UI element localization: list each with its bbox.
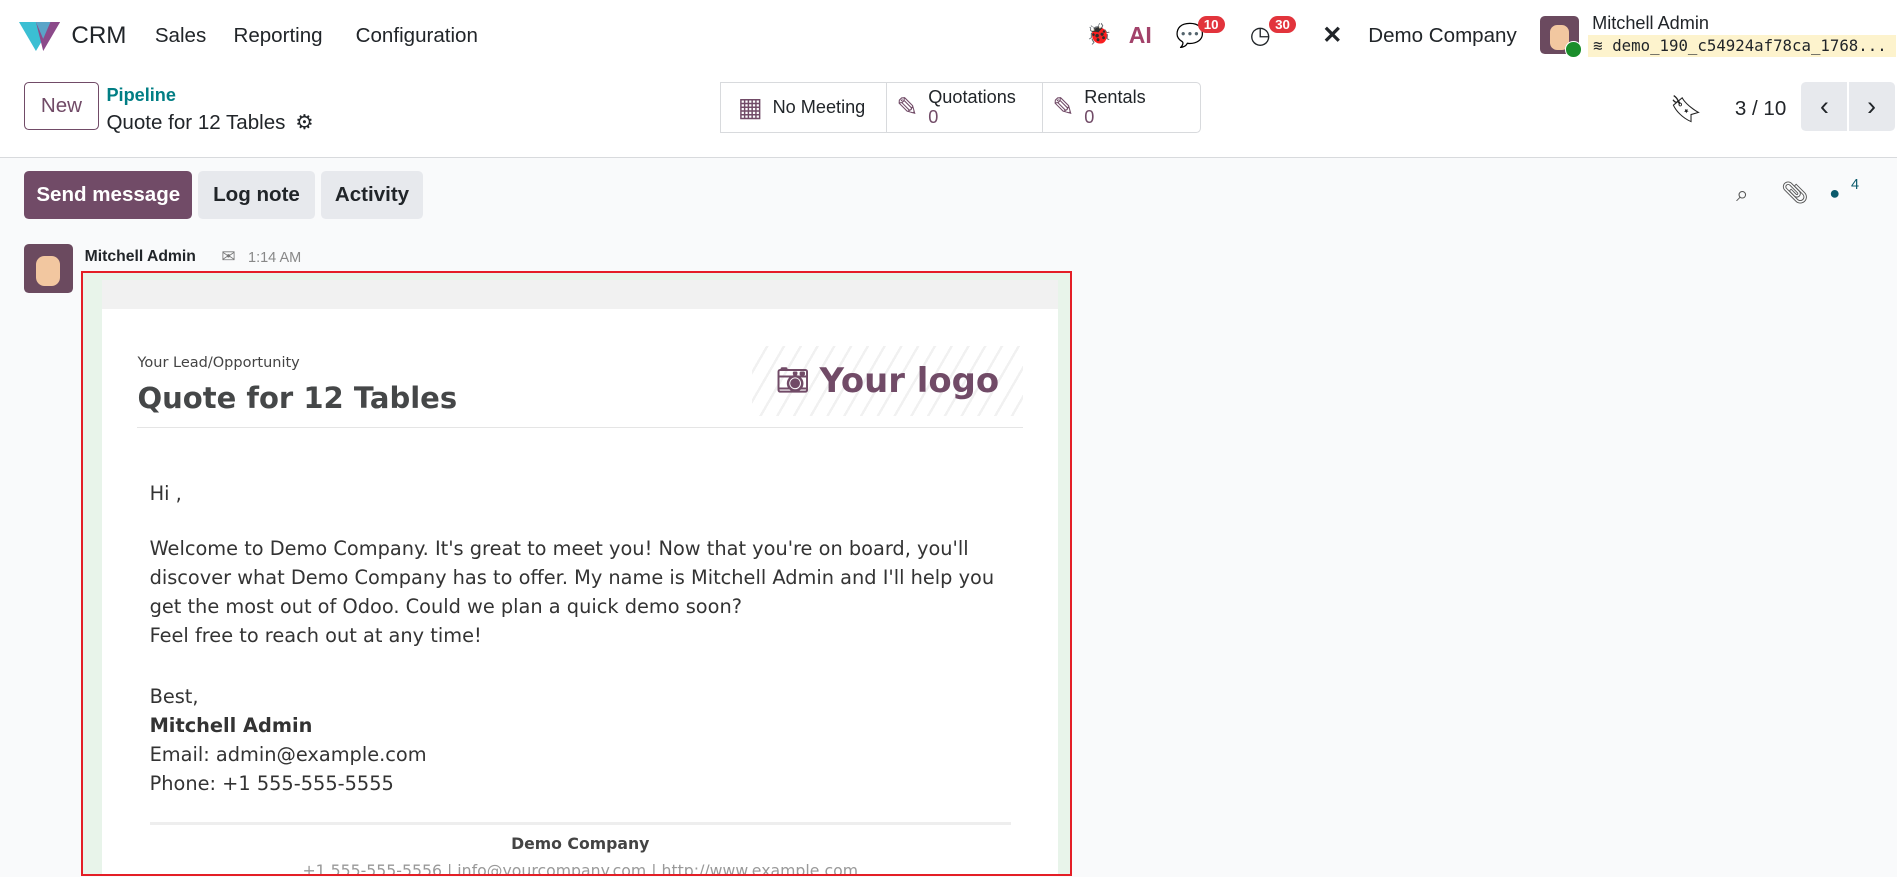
signature-email: Email: admin@example.com — [149, 742, 427, 766]
activities-clock-icon[interactable]: ◷ — [1250, 21, 1271, 50]
menu-configuration[interactable]: Configuration — [356, 24, 478, 48]
pager-previous-button[interactable]: ‹ — [1801, 82, 1848, 131]
rentals-stat-button[interactable]: ✎ Rentals 0 — [1041, 82, 1201, 133]
activity-button[interactable]: Activity — [320, 170, 424, 219]
camera-icon: 📷︎ — [775, 365, 810, 397]
debug-bug-icon[interactable]: 🐞 — [1086, 23, 1112, 47]
email-card: Your Lead/Opportunity Quote for 12 Table… — [102, 309, 1059, 877]
ai-icon[interactable]: AI — [1129, 22, 1152, 49]
quotations-stat-button[interactable]: ✎ Quotations 0 — [885, 82, 1044, 133]
quotations-count: 0 — [928, 107, 939, 128]
email-title: Quote for 12 Tables — [137, 380, 458, 415]
author-avatar[interactable] — [24, 244, 73, 293]
crm-logo-icon[interactable] — [19, 21, 61, 51]
footer-company: Demo Company — [511, 834, 650, 854]
email-body-text: Welcome to Demo Company. It's great to m… — [150, 534, 995, 650]
email-subtitle: Your Lead/Opportunity — [137, 355, 300, 372]
envelope-icon: ✉ — [221, 246, 236, 266]
email-body-line: Welcome to Demo Company. It's great to m… — [149, 537, 969, 561]
meeting-label: No Meeting — [772, 96, 866, 117]
pager-next-button[interactable]: › — [1848, 82, 1895, 131]
send-message-button[interactable]: Send message — [24, 170, 193, 219]
pager-value[interactable]: 3 / 10 — [1735, 97, 1786, 121]
meeting-stat-button[interactable]: ▦ No Meeting — [719, 82, 888, 133]
new-button[interactable]: New — [24, 82, 99, 131]
database-name: ≋ demo_190_c54924af78ca_1768... — [1588, 35, 1896, 57]
logo-text: Your logo — [819, 361, 1000, 401]
email-body-line: discover what Demo Company has to offer.… — [149, 566, 995, 590]
company-switcher[interactable]: Demo Company — [1368, 24, 1516, 48]
followers-icon[interactable]: ● — [1829, 183, 1840, 204]
followers-count: 4 — [1850, 176, 1860, 193]
database-label: demo_190_c54924af78ca_1768... — [1612, 36, 1887, 56]
email-body-line: get the most out of Odoo. Could we plan … — [149, 595, 742, 619]
company-logo-placeholder: 📷︎ Your logo — [752, 345, 1024, 416]
signature-phone: Phone: +1 555-555-5555 — [149, 771, 394, 795]
record-title: Quote for 12 Tables — [106, 111, 286, 135]
user-name[interactable]: Mitchell Admin — [1592, 13, 1709, 34]
email-signature: Best, Mitchell Admin Email: admin@exampl… — [150, 682, 427, 798]
app-name[interactable]: CRM — [71, 22, 126, 50]
log-note-button[interactable]: Log note — [198, 170, 315, 219]
gear-icon[interactable]: ⚙ — [295, 110, 313, 135]
top-navbar: CRM Sales Reporting Configuration 🐞 AI 💬… — [0, 0, 1897, 73]
email-closing: Best, — [149, 684, 199, 708]
breadcrumb-pipeline[interactable]: Pipeline — [106, 85, 176, 106]
menu-reporting[interactable]: Reporting — [233, 24, 322, 48]
messages-badge: 10 — [1197, 15, 1225, 34]
quotations-label: Quotations — [928, 86, 1016, 107]
edit-icon: ✎ — [896, 91, 919, 122]
message-time: 1:14 AM — [248, 250, 302, 267]
rentals-count: 0 — [1084, 107, 1095, 128]
message-author[interactable]: Mitchell Admin — [85, 248, 196, 266]
edit-icon: ✎ — [1052, 91, 1075, 122]
bookmarks-icon[interactable]: 🔖︎ — [1670, 94, 1704, 125]
footer-contact: +1 555-555-5556 | info@yourcompany.com |… — [302, 860, 859, 877]
signature-name: Mitchell Admin — [149, 713, 313, 737]
email-message-body: Your Lead/Opportunity Quote for 12 Table… — [81, 270, 1073, 877]
user-avatar[interactable] — [1540, 15, 1582, 58]
settings-tools-icon[interactable]: ✕ — [1322, 21, 1342, 50]
online-status-dot — [1565, 41, 1582, 58]
paperclip-icon[interactable]: 📎︎ — [1781, 180, 1809, 206]
calendar-icon: ▦ — [737, 91, 763, 122]
rentals-label: Rentals — [1084, 86, 1146, 107]
activities-badge: 30 — [1269, 15, 1296, 34]
email-body-line: Feel free to reach out at any time! — [149, 624, 482, 648]
menu-sales[interactable]: Sales — [155, 24, 206, 48]
email-greeting: Hi , — [149, 481, 182, 505]
search-icon[interactable]: ⌕ — [1736, 181, 1748, 207]
